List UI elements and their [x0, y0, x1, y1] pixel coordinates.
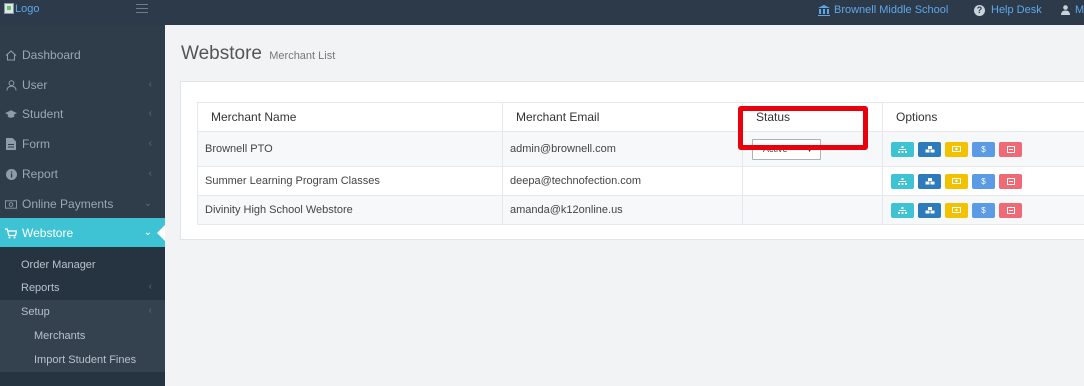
user-menu[interactable]: M [1061, 4, 1084, 16]
info-icon [5, 168, 17, 180]
bank-icon [818, 4, 830, 16]
page-subtitle: Merchant List [269, 50, 336, 62]
merchant-name: Summer Learning Program Classes [197, 166, 503, 196]
annotation-highlight-box [738, 106, 868, 150]
table-row: Summer Learning Program Classes deepa@te… [197, 166, 1084, 196]
options-cell: $ [882, 195, 1084, 225]
dollar-icon[interactable]: $ [972, 202, 995, 218]
chevron-left-icon: ‹ [148, 79, 152, 90]
page-title: Webstore Merchant List [181, 43, 335, 65]
school-link[interactable]: Brownell Middle School [818, 4, 948, 16]
sidebar-item-dashboard[interactable]: Dashboard [0, 40, 165, 70]
minus-square-icon[interactable] [999, 141, 1022, 157]
chevron-left-icon: ‹ [148, 108, 152, 119]
chevron-down-icon: ⌄ [143, 227, 152, 238]
sidebar-item-student[interactable]: Student ‹ [0, 99, 165, 129]
logo-alt-text: Logo [15, 3, 40, 15]
help-desk-link[interactable]: ? Help Desk [974, 4, 1042, 16]
column-header[interactable]: Merchant Email [502, 102, 743, 132]
sidebar-item-label: Webstore [22, 226, 74, 240]
submenu-label: Import Student Fines [34, 354, 137, 366]
broken-image-icon [4, 3, 14, 14]
sidebar-item-label: User [22, 78, 48, 92]
chevron-left-icon: ‹ [148, 168, 152, 179]
submenu-merchants[interactable]: Merchants [0, 324, 165, 348]
menu-toggle-icon[interactable] [136, 4, 148, 13]
dollar-icon[interactable]: $ [972, 173, 995, 189]
help-desk-label: Help Desk [991, 4, 1042, 16]
top-bar: Logo Brownell Middle School ? Help Desk … [0, 0, 1084, 25]
user-name: M [1075, 4, 1084, 16]
home-icon [5, 49, 17, 61]
chevron-left-icon: ‹ [148, 138, 152, 149]
merchant-panel: Merchant Name Merchant Email Status Opti… [180, 81, 1084, 240]
submenu-import-student-fines[interactable]: Import Student Fines [0, 348, 165, 372]
submenu-label: Setup [21, 306, 50, 318]
submenu-label: Merchants [34, 330, 86, 342]
dollar-icon[interactable]: $ [972, 141, 995, 157]
merchant-name: Brownell PTO [197, 131, 503, 167]
chevron-left-icon: ‹ [148, 281, 152, 292]
cart-icon [5, 227, 17, 239]
merchant-email: deepa@technofection.com [502, 166, 743, 196]
webstore-submenu: Order Manager Reports ‹ Setup ‹ Merchant… [0, 247, 165, 386]
question-icon: ? [974, 4, 985, 16]
merchant-name: Divinity High School Webstore [197, 195, 503, 225]
table-row: Brownell PTO admin@brownell.com Active ▼ [197, 131, 1084, 167]
minus-square-icon[interactable] [999, 173, 1022, 189]
status-cell [742, 195, 883, 225]
table-row: Divinity High School Webstore amanda@k12… [197, 195, 1084, 225]
sidebar-item-label: Dashboard [22, 48, 81, 62]
user-icon [1061, 5, 1070, 15]
submenu-setup[interactable]: Setup ‹ [0, 300, 165, 324]
chevron-left-icon: ‹ [148, 305, 152, 316]
sidebar-item-online-payments[interactable]: Online Payments ⌄ [0, 189, 165, 219]
money-icon[interactable] [945, 173, 968, 189]
sitemap-icon[interactable] [891, 141, 914, 157]
submenu-label: Order Manager [21, 259, 96, 271]
options-cell: $ [882, 166, 1084, 196]
sidebar-item-user[interactable]: User ‹ [0, 70, 165, 100]
status-cell [742, 166, 883, 196]
money-icon[interactable] [945, 202, 968, 218]
column-header[interactable]: Merchant Name [197, 102, 503, 132]
sitemap-icon[interactable] [891, 202, 914, 218]
sidebar-item-label: Report [22, 167, 59, 181]
options-cell: $ [882, 131, 1084, 167]
merchant-email: admin@brownell.com [502, 131, 743, 167]
sitemap-icon[interactable] [891, 173, 914, 189]
cubes-icon[interactable] [918, 141, 941, 157]
credit-card-icon [5, 198, 17, 210]
table-header-row: Merchant Name Merchant Email Status Opti… [197, 102, 1084, 132]
sidebar-item-webstore[interactable]: Webstore ⌄ [0, 218, 165, 248]
submenu-label: Reports [21, 282, 60, 294]
cubes-icon[interactable] [918, 173, 941, 189]
page-title-text: Webstore [181, 43, 262, 64]
graduation-cap-icon [5, 108, 17, 120]
cubes-icon[interactable] [918, 202, 941, 218]
submenu-order-manager[interactable]: Order Manager [0, 253, 165, 277]
user-outline-icon [5, 79, 17, 91]
money-icon[interactable] [945, 141, 968, 157]
sidebar: Dashboard User ‹ Student ‹ Form ‹ Report… [0, 25, 165, 386]
sidebar-item-label: Form [22, 137, 50, 151]
school-name: Brownell Middle School [834, 4, 949, 16]
main-content: Webstore Merchant List Merchant Name Mer… [165, 25, 1084, 386]
merchant-email: amanda@k12online.us [502, 195, 743, 225]
minus-square-icon[interactable] [999, 202, 1022, 218]
sidebar-item-label: Student [22, 107, 64, 121]
column-header: Options [882, 102, 1084, 132]
submenu-reports[interactable]: Reports ‹ [0, 276, 165, 300]
sidebar-item-report[interactable]: Report ‹ [0, 159, 165, 189]
chevron-down-icon: ⌄ [143, 198, 152, 209]
sidebar-item-label: Online Payments [22, 197, 114, 211]
file-icon [5, 138, 17, 150]
logo[interactable]: Logo [4, 3, 39, 17]
sidebar-item-form[interactable]: Form ‹ [0, 129, 165, 159]
merchant-table: Merchant Name Merchant Email Status Opti… [197, 102, 1084, 225]
